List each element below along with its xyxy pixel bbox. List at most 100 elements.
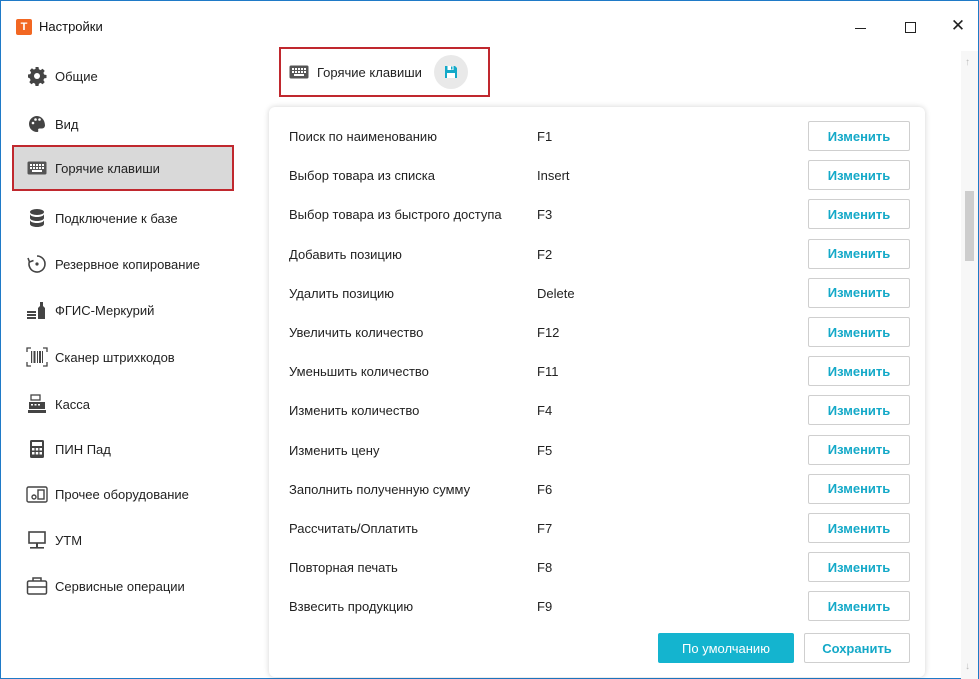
hotkey-key-value: Delete [537, 285, 575, 301]
hotkey-action-label: Выбор товара из списка [289, 168, 435, 184]
minimize-icon [854, 27, 866, 29]
sidebar-item-label: Касса [55, 396, 91, 412]
mercury-icon [26, 299, 48, 321]
title-bar: T Настройки ✕ [1, 1, 978, 41]
change-hotkey-button[interactable]: Изменить [808, 473, 910, 504]
hotkey-row: Изменить цену F5 Изменить [289, 434, 910, 465]
hotkeys-panel: По умолчанию Сохранить Поиск по наименов… [269, 107, 925, 677]
change-hotkey-button[interactable]: Изменить [808, 277, 910, 308]
sidebar-item-7[interactable]: Сканер штрихкодов [14, 334, 232, 380]
close-button[interactable]: ✕ [935, 1, 979, 41]
hotkey-action-label: Заполнить полученную сумму [289, 481, 471, 497]
cash-register-icon [26, 393, 48, 415]
change-hotkey-button[interactable]: Изменить [808, 238, 910, 269]
change-hotkey-button[interactable]: Изменить [808, 513, 910, 543]
hotkey-action-label: Увеличить количество [289, 325, 424, 340]
change-hotkey-button[interactable]: Изменить [808, 552, 910, 583]
equipment-icon [26, 483, 48, 505]
sidebar-item-5[interactable]: Резервное копирование [14, 241, 232, 287]
change-hotkey-button[interactable]: Изменить [808, 160, 910, 191]
app-logo-icon: T [16, 19, 32, 35]
change-hotkey-button[interactable]: Изменить [808, 356, 910, 387]
hotkey-key-value: F8 [537, 560, 553, 576]
keyboard-icon [26, 157, 48, 179]
scroll-down-arrow-icon[interactable]: ↓ [965, 661, 970, 672]
save-button[interactable]: Сохранить [804, 633, 910, 663]
hotkey-row: Выбор товара из быстрого доступа F3 Измени… [289, 199, 910, 230]
sidebar-item-12[interactable]: Сервисные операции [14, 563, 232, 609]
sidebar-item-label: Сервисные операции [55, 578, 185, 594]
hotkey-row: Удалить позицию Delete Изменить [289, 277, 910, 308]
hotkey-key-value: F3 [537, 207, 553, 223]
hotkey-row: Изменить количество F4 Изменить [289, 395, 910, 426]
sidebar-item-label: Горячие клавиши [55, 160, 160, 176]
sidebar-item-label: ПИН Пад [55, 441, 111, 457]
hotkey-row: Рассчитать/Оплатить F7 Изменить [289, 513, 910, 543]
hotkey-key-value: Insert [537, 168, 570, 184]
hotkey-row: Взвесить продукцию F9 Изменить [289, 591, 910, 622]
hotkey-key-value: F7 [537, 521, 553, 536]
sidebar: Общие Вид Горячие клавиши Подключение к баз… [1, 51, 241, 671]
change-hotkey-button[interactable]: Изменить [808, 121, 910, 151]
scroll-up-arrow-icon[interactable]: ↑ [965, 57, 970, 68]
database-icon [26, 207, 48, 229]
gear-icon [26, 65, 48, 87]
change-hotkey-button[interactable]: Изменить [808, 591, 910, 622]
minimize-button[interactable] [837, 1, 883, 41]
hotkey-action-label: Удалить позицию [289, 285, 395, 301]
maximize-icon [904, 21, 916, 33]
sidebar-item-2[interactable]: Вид [14, 101, 232, 147]
vertical-scrollbar[interactable]: ↑ ↓ [961, 51, 978, 679]
calculator-icon [26, 438, 48, 460]
monitor-icon [26, 529, 48, 551]
hotkey-action-label: Уменьшить количество [289, 364, 429, 380]
sidebar-item-label: УТМ [55, 532, 83, 548]
hotkey-action-label: Добавить позицию [289, 246, 402, 262]
hotkey-row: Поиск по наименованию F1 Изменить [289, 121, 910, 151]
sidebar-item-label: Прочее оборудование [55, 486, 189, 502]
hotkey-key-value: F11 [537, 364, 559, 380]
section-header: Горячие клавиши [279, 47, 490, 97]
hotkey-key-value: F4 [537, 403, 553, 419]
hotkey-action-label: Поиск по наименованию [289, 129, 437, 144]
hotkey-row: Повторная печать F8 Изменить [289, 552, 910, 583]
sidebar-item-label: Резервное копирование [55, 256, 200, 272]
hotkey-action-label: Изменить количество [289, 403, 420, 419]
maximize-button[interactable] [887, 1, 933, 41]
hotkey-key-value: F5 [537, 442, 553, 458]
change-hotkey-button[interactable]: Изменить [808, 395, 910, 426]
hotkey-row: Добавить позицию F2 Изменить [289, 238, 910, 269]
sidebar-item-6[interactable]: ФГИС-Меркурий [14, 287, 232, 333]
sidebar-item-label: Подключение к базе [55, 210, 178, 226]
sidebar-item-10[interactable]: Прочее оборудование [14, 471, 232, 517]
hotkey-row: Увеличить количество F12 Изменить [289, 317, 910, 347]
window-title: Настройки [39, 19, 103, 34]
sidebar-item-4[interactable]: Подключение к базе [14, 195, 232, 241]
sidebar-item-8[interactable]: Касса [14, 381, 232, 427]
hotkey-action-label: Повторная печать [289, 560, 398, 576]
close-icon: ✕ [950, 16, 966, 35]
hotkey-key-value: F12 [537, 325, 560, 340]
change-hotkey-button[interactable]: Изменить [808, 317, 910, 347]
hotkey-key-value: F6 [537, 481, 553, 497]
hotkey-action-label: Выбор товара из быстрого доступа [289, 207, 502, 223]
hotkey-action-label: Рассчитать/Оплатить [289, 521, 419, 536]
sidebar-item-9[interactable]: ПИН Пад [14, 426, 232, 472]
reset-defaults-button[interactable]: По умолчанию [658, 633, 794, 663]
change-hotkey-button[interactable]: Изменить [808, 434, 910, 465]
sidebar-item-3[interactable]: Горячие клавиши [12, 145, 234, 191]
keyboard-icon [289, 65, 309, 79]
scroll-thumb[interactable] [965, 191, 974, 261]
change-hotkey-button[interactable]: Изменить [808, 199, 910, 230]
sidebar-item-label: Общие [55, 68, 98, 84]
hotkey-row: Выбор товара из списка Insert Изменить [289, 160, 910, 191]
sidebar-item-11[interactable]: УТМ [14, 517, 232, 563]
sidebar-item-label: ФГИС-Меркурий [55, 302, 155, 318]
sidebar-item-1[interactable]: Общие [14, 53, 232, 99]
palette-icon [26, 113, 48, 135]
backup-icon [26, 253, 48, 275]
save-icon-button[interactable] [433, 55, 468, 89]
hotkey-key-value: F2 [537, 246, 553, 262]
sidebar-item-label: Сканер штрихкодов [55, 349, 175, 365]
hotkey-row: Уменьшить количество F11 Изменить [289, 356, 910, 387]
